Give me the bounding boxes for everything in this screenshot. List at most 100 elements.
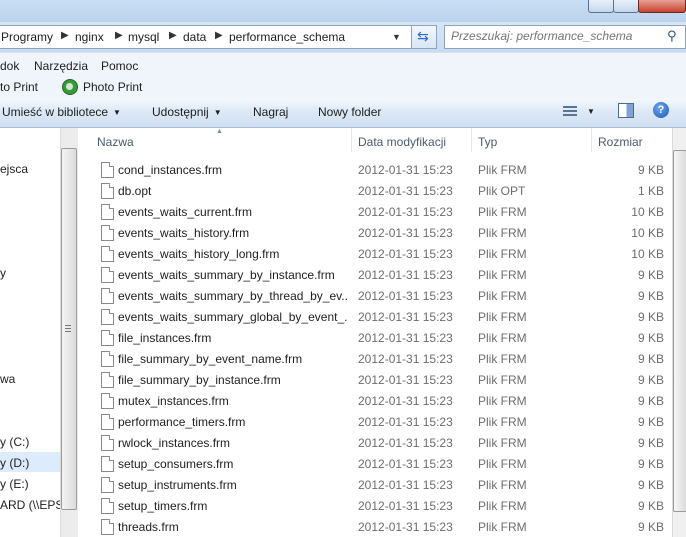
chevron-down-icon: ▼ — [113, 108, 121, 117]
breadcrumb-separator[interactable]: ▶ — [169, 30, 177, 41]
file-name: file_summary_by_event_name.frm — [118, 352, 303, 366]
file-name: file_summary_by_instance.frm — [118, 373, 281, 387]
breadcrumb-data[interactable]: data — [183, 30, 206, 44]
column-header-date[interactable]: Data modyfikacji — [358, 135, 446, 149]
file-row[interactable]: events_waits_summary_by_thread_by_ev... 2… — [78, 285, 672, 306]
file-name: events_waits_current.frm — [118, 205, 253, 219]
file-size: 9 KB — [637, 268, 664, 282]
chevron-down-icon[interactable]: ▼ — [587, 107, 595, 116]
file-row[interactable]: file_summary_by_event_name.frm 2012-01-31… — [78, 348, 672, 369]
file-row[interactable]: setup_consumers.frm 2012-01-31 15:23 Plik … — [78, 453, 672, 474]
help-icon[interactable]: ? — [653, 102, 669, 118]
file-type: Plik FRM — [478, 478, 527, 492]
file-name: db.opt — [118, 184, 152, 198]
maximize-button[interactable] — [613, 0, 639, 13]
file-icon — [101, 393, 114, 409]
file-row[interactable]: performance_timers.frm 2012-01-31 15:23 Pl… — [78, 411, 672, 432]
new-folder-button[interactable]: Nowy folder — [318, 105, 381, 119]
breadcrumb-separator[interactable]: ▶ — [215, 30, 223, 41]
nav-item[interactable]: y — [0, 266, 6, 280]
file-row[interactable]: threads.frm 2012-01-31 15:23 Plik FRM 9 KB — [78, 516, 672, 537]
search-icon[interactable]: ⚲ — [667, 28, 677, 44]
file-row[interactable]: file_instances.frm 2012-01-31 15:23 Plik F… — [78, 327, 672, 348]
column-divider[interactable] — [471, 128, 472, 152]
file-type: Plik FRM — [478, 373, 527, 387]
file-icon — [101, 162, 114, 178]
nav-item-drive-c[interactable]: y (C:) — [0, 435, 29, 449]
breadcrumb-separator[interactable]: ▶ — [115, 30, 123, 41]
file-size: 9 KB — [637, 499, 664, 513]
nav-item[interactable]: wa — [0, 372, 15, 386]
menu-item-tools[interactable]: Narzędzia — [34, 59, 88, 73]
file-row[interactable]: events_waits_history_long.frm 2012-01-31 … — [78, 243, 672, 264]
file-type: Plik FRM — [478, 352, 527, 366]
breadcrumb-mysql[interactable]: mysql — [128, 30, 159, 44]
file-row[interactable]: db.opt 2012-01-31 15:23 Plik OPT 1 KB — [78, 180, 672, 201]
file-date: 2012-01-31 15:23 — [358, 289, 453, 303]
share-label: Udostępnij — [152, 105, 209, 119]
file-date: 2012-01-31 15:23 — [358, 352, 453, 366]
photo-print-button[interactable]: Photo Print — [83, 80, 142, 94]
title-bar — [0, 0, 686, 22]
file-row[interactable]: mutex_instances.frm 2012-01-31 15:23 Plik … — [78, 390, 672, 411]
file-row[interactable]: events_waits_summary_global_by_event_...… — [78, 306, 672, 327]
file-row[interactable]: cond_instances.frm 2012-01-31 15:23 Plik F… — [78, 159, 672, 180]
preview-pane-icon[interactable] — [618, 103, 634, 118]
file-row[interactable]: events_waits_current.frm 2012-01-31 15:23… — [78, 201, 672, 222]
search-box[interactable]: ⚲ — [444, 25, 686, 49]
command-bar: Umieść w bibliotece ▼ Udostępnij ▼ Nagraj … — [0, 98, 686, 128]
file-type: Plik FRM — [478, 268, 527, 282]
nav-item-drive-d[interactable]: y (D:) — [0, 456, 29, 470]
chevron-down-icon: ▼ — [213, 108, 222, 117]
file-row[interactable]: setup_instruments.frm 2012-01-31 15:23 Pli… — [78, 474, 672, 495]
file-name: mutex_instances.frm — [118, 394, 229, 408]
column-divider[interactable] — [591, 128, 592, 152]
add-to-library-button[interactable]: Umieść w bibliotece ▼ — [2, 105, 121, 119]
close-button[interactable] — [638, 0, 686, 13]
nav-item-places[interactable]: ejsca — [0, 162, 28, 176]
file-size: 9 KB — [637, 331, 664, 345]
file-row[interactable]: rwlock_instances.frm 2012-01-31 15:23 Plik… — [78, 432, 672, 453]
file-type: Plik FRM — [478, 163, 527, 177]
file-size: 9 KB — [637, 520, 664, 534]
refresh-button[interactable]: ⇆ — [411, 25, 437, 49]
menu-item-view[interactable]: dok — [0, 59, 19, 73]
file-type: Plik FRM — [478, 394, 527, 408]
file-size: 10 KB — [631, 247, 664, 261]
burn-button[interactable]: Nagraj — [253, 105, 288, 119]
photo-print-icon[interactable] — [62, 79, 78, 95]
file-icon — [101, 288, 114, 304]
breadcrumb-programy[interactable]: Programy — [1, 30, 53, 44]
menu-item-help[interactable]: Pomoc — [101, 59, 138, 73]
file-icon — [101, 204, 114, 220]
file-date: 2012-01-31 15:23 — [358, 373, 453, 387]
file-row[interactable]: events_waits_summary_by_instance.frm 2012… — [78, 264, 672, 285]
column-header-type[interactable]: Typ — [478, 135, 497, 149]
column-divider[interactable] — [351, 128, 352, 152]
address-bar[interactable]: Programy ▶ nginx ▶ mysql ▶ data ▶ perfor… — [0, 25, 412, 49]
file-list-scrollbar-thumb[interactable] — [673, 150, 686, 512]
file-size: 9 KB — [637, 373, 664, 387]
search-input[interactable] — [451, 29, 651, 43]
file-row[interactable]: setup_timers.frm 2012-01-31 15:23 Plik FRM… — [78, 495, 672, 516]
share-button[interactable]: Udostępnij ▼ — [152, 105, 222, 119]
file-icon — [101, 372, 114, 388]
file-size: 10 KB — [631, 205, 664, 219]
file-row[interactable]: events_waits_history.frm 2012-01-31 15:23… — [78, 222, 672, 243]
file-size: 10 KB — [631, 226, 664, 240]
nav-item-network-drive[interactable]: ARD (\\EPS( — [0, 498, 60, 512]
file-row[interactable]: file_summary_by_instance.frm 2012-01-31 1… — [78, 369, 672, 390]
nav-item-drive-e[interactable]: y (E:) — [0, 477, 29, 491]
file-type: Plik FRM — [478, 205, 527, 219]
file-date: 2012-01-31 15:23 — [358, 457, 453, 471]
breadcrumb-performance-schema[interactable]: performance_schema — [229, 30, 345, 44]
change-view-icon[interactable] — [563, 106, 577, 117]
minimize-button[interactable] — [588, 0, 614, 13]
address-dropdown-icon[interactable]: ▼ — [392, 32, 401, 42]
breadcrumb-separator[interactable]: ▶ — [61, 30, 69, 41]
file-icon — [101, 414, 114, 430]
to-print-button[interactable]: to Print — [0, 80, 38, 94]
column-header-size[interactable]: Rozmiar — [598, 135, 643, 149]
column-header-name[interactable]: Nazwa — [97, 135, 134, 149]
breadcrumb-nginx[interactable]: nginx — [75, 30, 104, 44]
